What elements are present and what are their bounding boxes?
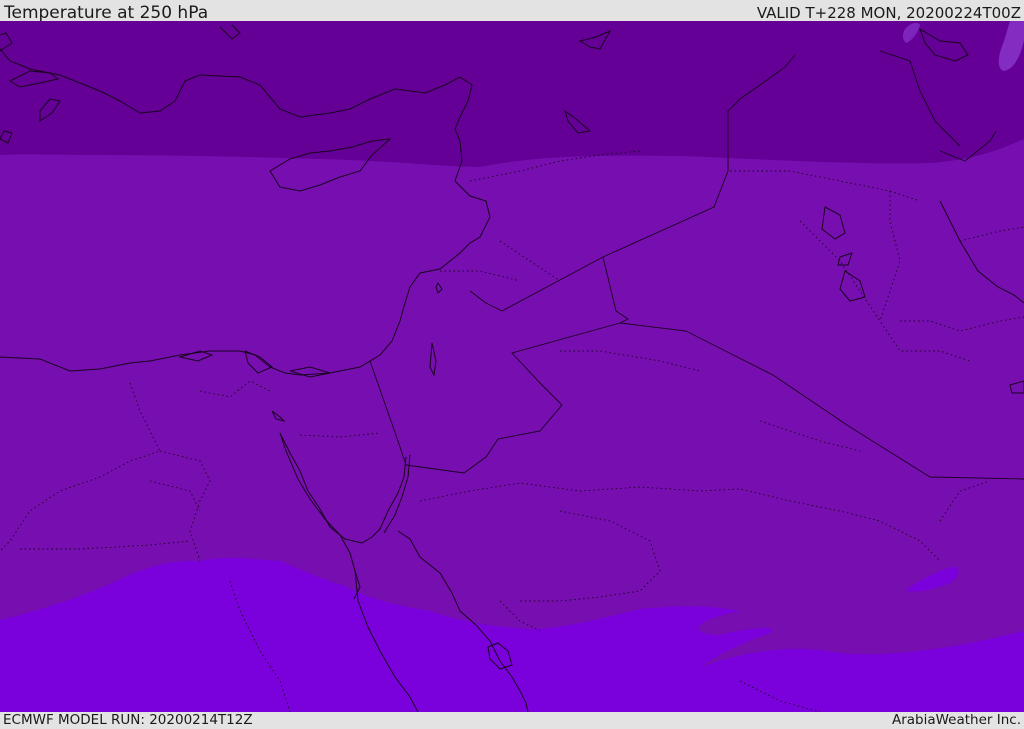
credit-label: ArabiaWeather Inc.	[891, 712, 1021, 728]
valid-time: VALID T+228 MON, 20200224T00Z	[756, 4, 1021, 22]
map-title: Temperature at 250 hPa	[4, 3, 209, 23]
map-panel[interactable]	[0, 21, 1024, 712]
temperature-band-cold	[0, 21, 1024, 167]
header-bar: Temperature at 250 hPa VALID T+228 MON, …	[0, 0, 1024, 23]
model-run-label: ECMWF MODEL RUN: 20200214T12Z	[3, 712, 253, 728]
footer-bar: ECMWF MODEL RUN: 20200214T12Z ArabiaWeat…	[0, 712, 1024, 729]
temperature-map[interactable]	[0, 21, 1024, 712]
